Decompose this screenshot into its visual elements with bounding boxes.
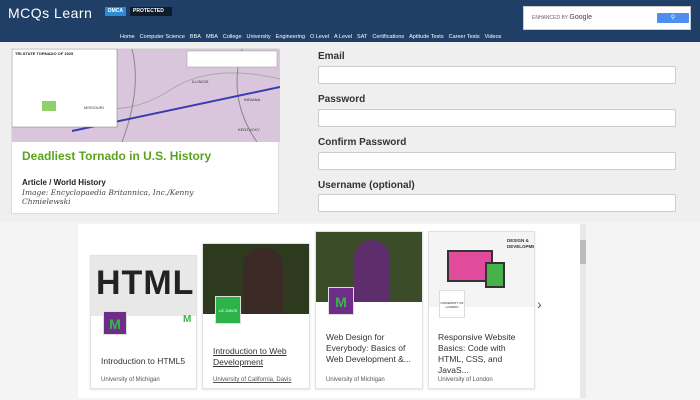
nav-bba[interactable]: BBA <box>190 32 201 42</box>
instructor-photo <box>354 240 390 302</box>
main-nav: Home Computer Science BBA MBA College Un… <box>120 32 501 42</box>
map-label-title: TRI-STATE TORNADO OF 1925 <box>15 51 74 56</box>
course-card[interactable]: DESIGN & DEVELOPMENT UNIVERSITY OF LONDO… <box>428 231 535 389</box>
nav-sat[interactable]: SAT <box>357 32 367 42</box>
search-button[interactable]: ⚲ <box>657 13 689 23</box>
nav-mba[interactable]: MBA <box>206 32 218 42</box>
michigan-logo: M <box>328 287 354 315</box>
search-icon: ⚲ <box>670 15 676 21</box>
map-label-missouri: MISSOURI <box>84 105 104 110</box>
device-illustration <box>485 262 505 288</box>
password-field[interactable] <box>318 109 676 127</box>
michigan-mark: M <box>183 314 192 325</box>
course-source: University of London <box>438 377 493 383</box>
dmca-badge[interactable]: DMCA <box>105 7 126 16</box>
instructor-photo <box>243 248 283 314</box>
nav-videos[interactable]: Videos <box>485 32 502 42</box>
map-label-illinois: ILLINOIS <box>192 79 209 84</box>
nav-o-level[interactable]: O Level <box>310 32 329 42</box>
nav-university[interactable]: University <box>247 32 271 42</box>
map-label-indiana: INDIANA <box>244 97 261 102</box>
nav-aptitude-tests[interactable]: Aptitude Tests <box>409 32 443 42</box>
course-source: University of California, Davis <box>213 377 292 383</box>
course-image: HTML <box>91 256 196 316</box>
nav-engineering[interactable]: Engineering <box>276 32 305 42</box>
chevron-right-icon[interactable]: › <box>537 296 542 312</box>
email-field[interactable] <box>318 66 676 84</box>
nav-home[interactable]: Home <box>120 32 135 42</box>
article-category: Article / World History <box>22 178 106 187</box>
article-title[interactable]: Deadliest Tornado in U.S. History <box>22 150 222 162</box>
google-brand: Google <box>569 14 592 21</box>
course-title[interactable]: Responsive Website Basics: Code with HTM… <box>438 332 532 376</box>
nav-computer-science[interactable]: Computer Science <box>140 32 185 42</box>
tornado-map-image: TRI-STATE TORNADO OF 1925 MISSOURI ILLIN… <box>12 49 280 142</box>
password-label: Password <box>318 94 366 105</box>
course-card[interactable]: HTML M M Introduction to HTML5 Universit… <box>90 255 197 389</box>
username-label: Username (optional) <box>318 180 415 191</box>
london-logo-text: UNIVERSITY OF LONDON <box>440 301 464 309</box>
course-card[interactable]: M Web Design for Everybody: Basics of We… <box>315 231 423 389</box>
carousel-scrollbar[interactable] <box>580 224 586 398</box>
course-title[interactable]: Introduction to HTML5 <box>101 356 193 367</box>
michigan-logo-text: M <box>335 294 347 310</box>
email-label: Email <box>318 51 345 62</box>
ucdavis-logo: UC DAVIS <box>215 296 241 324</box>
google-search-box[interactable]: ENHANCED BY Google ⚲ <box>523 6 691 30</box>
course-title[interactable]: Web Design for Everybody: Basics of Web … <box>326 332 420 365</box>
london-logo: UNIVERSITY OF LONDON <box>439 290 465 318</box>
nav-certifications[interactable]: Certifications <box>372 32 404 42</box>
site-logo[interactable]: MCQs Learn <box>8 5 92 21</box>
scrollbar-thumb[interactable] <box>580 240 586 264</box>
article-credit: Image: Encyclopaedia Britannica, Inc./Ke… <box>22 188 194 206</box>
username-field[interactable] <box>318 194 676 212</box>
nav-career-tests[interactable]: Career Tests <box>449 32 480 42</box>
ucdavis-logo-text: UC DAVIS <box>218 308 238 313</box>
design-image-text: DESIGN & DEVELOPMENT <box>507 238 534 249</box>
map-label-kentucky: KENTUCKY <box>238 127 260 132</box>
michigan-logo-text: M <box>109 316 121 332</box>
confirm-password-field[interactable] <box>318 152 676 170</box>
search-prefix: ENHANCED BY <box>532 15 569 21</box>
protected-badge[interactable]: PROTECTED <box>130 7 172 16</box>
nav-college[interactable]: College <box>223 32 242 42</box>
nav-a-level[interactable]: A Level <box>334 32 352 42</box>
course-title[interactable]: Introduction to Web Development <box>213 346 307 368</box>
html-image-text: HTML <box>96 264 195 302</box>
search-input[interactable]: ENHANCED BY Google <box>532 14 592 21</box>
top-bar: MCQs Learn DMCA PROTECTED ENHANCED BY Go… <box>0 0 700 42</box>
course-card[interactable]: UC DAVIS Introduction to Web Development… <box>202 243 310 389</box>
course-source: University of Michigan <box>101 377 160 383</box>
course-source: University of Michigan <box>326 377 385 383</box>
michigan-logo: M <box>103 311 127 335</box>
confirm-password-label: Confirm Password <box>318 137 407 148</box>
